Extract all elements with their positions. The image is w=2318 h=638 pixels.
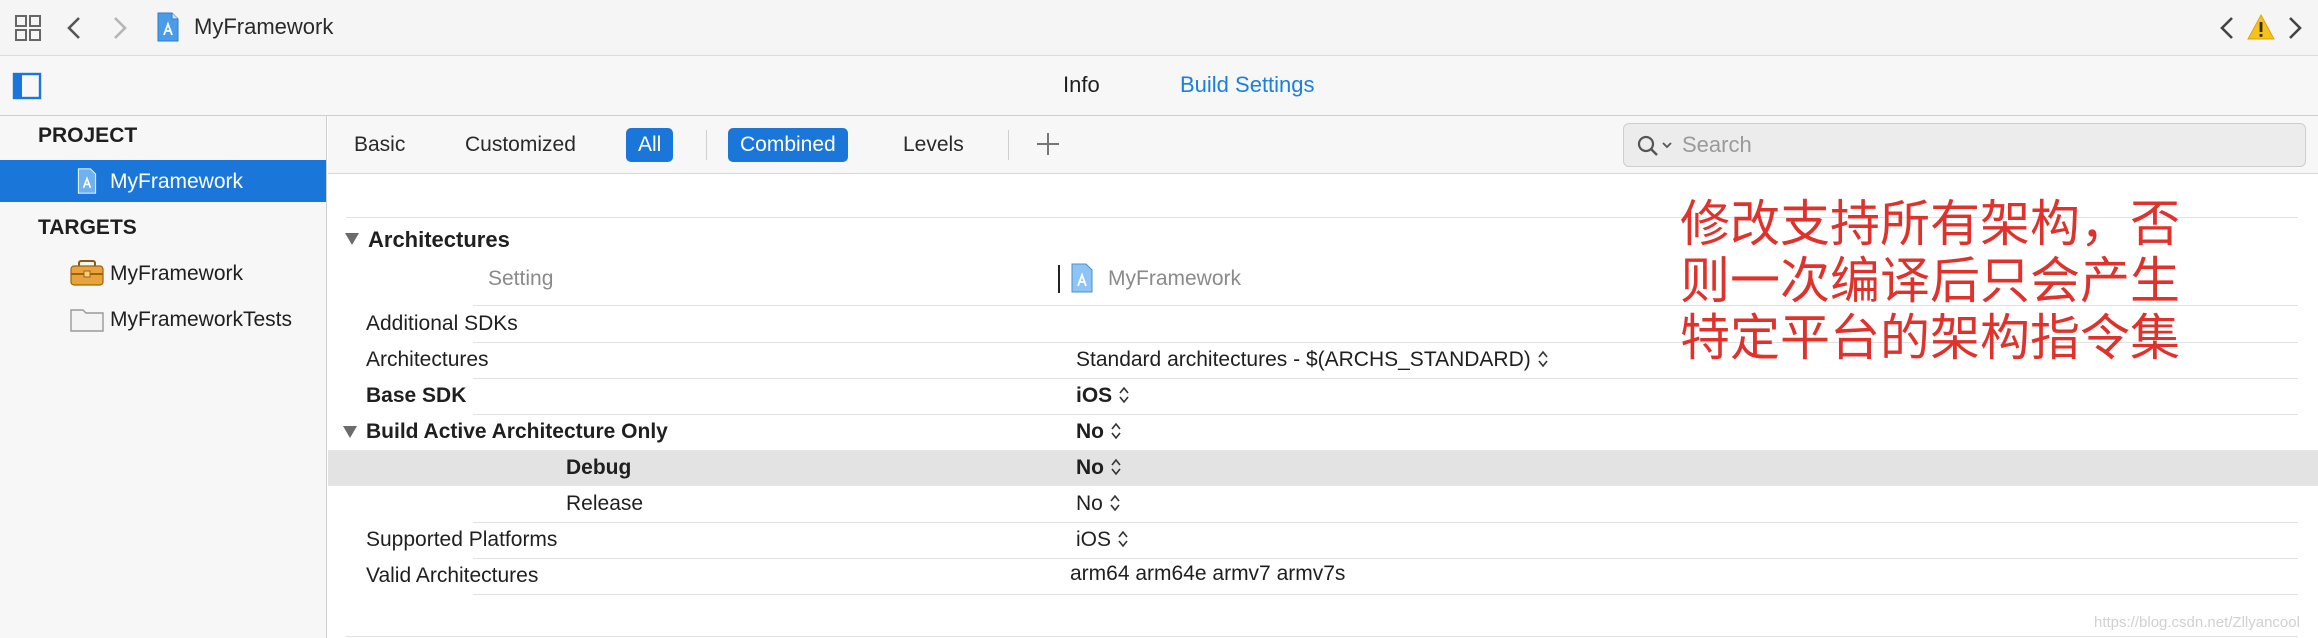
- xcode-project-icon: [1071, 263, 1093, 293]
- search-magnifier-icon[interactable]: [1636, 133, 1676, 159]
- setting-name: Build Active Architecture Only: [366, 420, 668, 443]
- setting-row-debug[interactable]: Debug No: [328, 450, 2318, 486]
- warning-icon[interactable]: [2246, 13, 2276, 41]
- setting-name: Additional SDKs: [366, 312, 518, 335]
- xcode-project-icon: [157, 12, 179, 42]
- framework-toolbox-icon: [70, 260, 104, 286]
- filter-customized-button[interactable]: Customized: [453, 128, 588, 162]
- sidebar-item-label: MyFramework: [110, 170, 244, 193]
- column-resize-handle[interactable]: [1058, 265, 1060, 293]
- filter-divider: [1008, 130, 1009, 160]
- annotation-line: 修改支持所有架构，否: [1680, 195, 2180, 253]
- next-issue-chevron-icon[interactable]: [2284, 12, 2306, 44]
- setting-row-base-sdk[interactable]: Base SDK iOS: [328, 378, 2318, 414]
- sidebar-item-label: MyFrameworkTests: [110, 308, 293, 331]
- setting-value[interactable]: iOS: [1076, 384, 1112, 407]
- previous-issue-chevron-icon[interactable]: [2216, 12, 2238, 44]
- add-setting-plus-icon[interactable]: [1032, 128, 1064, 160]
- tab-build-settings[interactable]: Build Settings: [1180, 72, 1315, 98]
- filter-divider: [706, 130, 707, 160]
- setting-name: Valid Architectures: [366, 564, 539, 587]
- annotation-line: 则一次编译后只会产生: [1680, 252, 2180, 310]
- popup-stepper-icon[interactable]: [1118, 385, 1130, 405]
- popup-stepper-icon[interactable]: [1110, 457, 1122, 477]
- setting-name: Debug: [566, 456, 632, 479]
- blog-watermark: https://blog.csdn.net/Zllyancool: [2094, 614, 2300, 631]
- test-bundle-icon: [70, 309, 104, 332]
- sidebar-item-project-myframework[interactable]: MyFramework: [0, 160, 326, 202]
- popup-stepper-icon[interactable]: [1117, 529, 1129, 549]
- column-header-setting: Setting: [488, 267, 554, 290]
- setting-name: Architectures: [366, 348, 489, 371]
- back-chevron-icon[interactable]: [62, 12, 86, 44]
- setting-value[interactable]: No: [1076, 456, 1104, 479]
- setting-value[interactable]: No: [1076, 420, 1104, 443]
- setting-name: Supported Platforms: [366, 528, 558, 551]
- setting-value[interactable]: arm64 arm64e armv7 armv7s: [1070, 562, 1345, 586]
- sidebar-item-label: MyFramework: [110, 262, 244, 285]
- build-settings-filter-bar: Basic Customized All Combined Levels: [328, 116, 2318, 174]
- targets-heading: TARGETS: [38, 216, 137, 239]
- project-heading: PROJECT: [38, 124, 138, 147]
- project-target-sidebar: PROJECT MyFramework TARGETS MyFramework …: [0, 116, 327, 638]
- setting-value[interactable]: iOS: [1076, 528, 1111, 551]
- setting-name: Release: [566, 492, 644, 515]
- disclosure-triangle-open-icon[interactable]: [344, 232, 360, 246]
- filter-all-button[interactable]: All: [626, 128, 674, 162]
- sidebar-item-target-myframeworktests[interactable]: MyFrameworkTests: [0, 298, 326, 340]
- setting-value[interactable]: No: [1076, 492, 1103, 515]
- disclosure-triangle-open-icon[interactable]: [342, 425, 358, 439]
- red-annotation-note: 修改支持所有架构，否 则一次编译后只会产生 特定平台的架构指令集: [1680, 196, 2240, 367]
- setting-row-build-active-architecture-only[interactable]: Build Active Architecture Only No: [328, 414, 2318, 450]
- sidebar-toggle-icon[interactable]: [12, 72, 42, 100]
- setting-row-valid-architectures[interactable]: Valid Architectures arm64 arm64e armv7 a…: [328, 558, 2318, 594]
- view-levels-button[interactable]: Levels: [891, 128, 976, 162]
- search-field[interactable]: [1623, 123, 2306, 167]
- popup-stepper-icon[interactable]: [1110, 421, 1122, 441]
- popup-stepper-icon[interactable]: [1109, 493, 1121, 513]
- xcode-project-icon: [77, 168, 97, 194]
- column-header-target: MyFramework: [1108, 267, 1242, 290]
- annotation-line: 特定平台的架构指令集: [1680, 309, 2180, 367]
- setting-value[interactable]: Standard architectures - $(ARCHS_STANDAR…: [1076, 348, 1531, 371]
- filter-basic-button[interactable]: Basic: [342, 128, 417, 162]
- setting-row-supported-platforms[interactable]: Supported Platforms iOS: [328, 522, 2318, 558]
- section-divider: [346, 636, 2298, 637]
- row-divider: [473, 594, 2298, 595]
- breadcrumb-project-name[interactable]: MyFramework: [194, 14, 333, 40]
- setting-name: Base SDK: [366, 384, 467, 407]
- top-navigation-bar: MyFramework: [0, 0, 2318, 56]
- view-combined-button[interactable]: Combined: [728, 128, 848, 162]
- tab-info[interactable]: Info: [1063, 72, 1100, 98]
- setting-row-release[interactable]: Release No: [328, 486, 2318, 522]
- related-items-grid-icon[interactable]: [14, 14, 42, 42]
- section-title-architectures: Architectures: [368, 227, 510, 252]
- popup-stepper-icon[interactable]: [1537, 349, 1549, 369]
- editor-tab-bar: Info Build Settings: [0, 56, 2318, 116]
- sidebar-item-target-myframework[interactable]: MyFramework: [0, 252, 326, 294]
- forward-chevron-icon[interactable]: [108, 12, 132, 44]
- search-input[interactable]: [1682, 130, 2282, 160]
